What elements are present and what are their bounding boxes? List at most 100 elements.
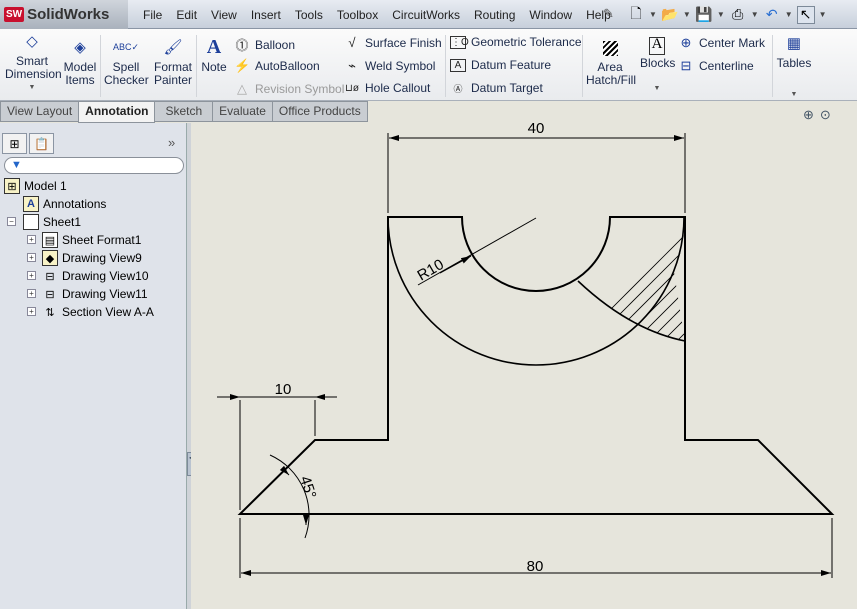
menu-routing[interactable]: Routing (467, 8, 522, 22)
command-manager: ◇ Smart Dimension ▼ ◈ Model Items ABC✓ Spell… (0, 29, 857, 101)
expand-panel-icon[interactable]: » (168, 135, 175, 150)
table-icon: ▦ (786, 35, 802, 52)
select-icon[interactable]: ↖ (796, 5, 815, 24)
tree-filter-input[interactable]: ▼ (4, 157, 184, 174)
tree-item-model[interactable]: ⊞ Model 1 (4, 177, 67, 195)
datum-feature-icon: A (450, 58, 466, 72)
print-icon[interactable]: ⎙ (729, 6, 747, 24)
chevron-down-icon[interactable]: ▼ (5, 81, 59, 94)
filter-icon: ▼ (11, 159, 22, 171)
note-icon: A (206, 36, 222, 58)
drawing-canvas[interactable] (191, 123, 857, 609)
feature-manager-panel: ⊞ 📋 » ▼ ⊞ Model 1 A Annotations − Sheet1 +… (0, 123, 187, 609)
surface-finish-icon: √ (348, 35, 356, 50)
datum-target-button[interactable]: Ⓐ Datum Target (450, 81, 542, 95)
tree-item-sheet-format[interactable]: ▤ Sheet Format1 (42, 231, 141, 249)
format-painter-button[interactable]: 🖌 Format Painter (152, 39, 194, 87)
drawing-view-icon: ◆ (42, 250, 58, 266)
tab-annotation[interactable]: Annotation (78, 101, 156, 123)
new-document-icon[interactable]: 🗋 (627, 5, 645, 24)
revision-symbol-icon: △ (237, 81, 247, 96)
drawing-view-icon: ⊟ (45, 270, 55, 283)
tab-view-layout[interactable]: View Layout (0, 101, 80, 122)
expand-icon[interactable]: + (27, 271, 36, 280)
spell-checker-button[interactable]: ABC✓ Spell Checker (104, 41, 149, 87)
chevron-down-icon[interactable]: ▼ (785, 10, 793, 19)
center-mark-icon: ⊕ (680, 35, 692, 50)
chevron-down-icon[interactable]: ▼ (640, 82, 674, 95)
weld-symbol-button[interactable]: ⌁ Weld Symbol (344, 58, 435, 74)
menu-circuitworks[interactable]: CircuitWorks (385, 8, 467, 22)
chevron-down-icon[interactable]: ▼ (751, 10, 759, 19)
menu-view[interactable]: View (204, 8, 244, 22)
tree-item-sheet[interactable]: Sheet1 (23, 213, 81, 231)
tree-item-drawing-view9[interactable]: ◆ Drawing View9 (42, 249, 142, 267)
geometric-tolerance-button[interactable]: ⋮O Geometric Tolerance (450, 35, 582, 49)
spell-check-icon: ABC✓ (112, 42, 140, 52)
blocks-button[interactable]: A Blocks ▼ (640, 37, 675, 95)
balloon-button[interactable]: ⓵ Balloon (234, 35, 295, 54)
menu-bar: File Edit View Insert Tools Toolbox Circ… (136, 0, 618, 29)
property-manager-tab-icon[interactable]: 📋 (29, 133, 54, 154)
chevron-down-icon[interactable]: ▼ (717, 10, 725, 19)
divider (100, 35, 101, 97)
hole-callout-icon: ⊔ø (345, 82, 359, 94)
expand-icon[interactable]: + (27, 235, 36, 244)
balloon-icon: ⓵ (235, 38, 249, 53)
tab-evaluate[interactable]: Evaluate (212, 101, 273, 122)
open-icon[interactable]: 📂 (661, 6, 679, 24)
tables-button[interactable]: ▦ Tables ▼ (776, 35, 812, 101)
chevron-down-icon[interactable]: ▼ (649, 10, 657, 19)
drawing-view-icon: ⊟ (45, 288, 55, 301)
surface-finish-button[interactable]: √ Surface Finish (344, 35, 441, 50)
title-bar: SW SolidWorks File Edit View Insert Tools… (0, 0, 857, 29)
chevron-down-icon[interactable]: ▼ (776, 88, 812, 101)
drawing-icon: ⊞ (4, 178, 20, 194)
zoom-area-icon[interactable]: ⊙ (820, 107, 831, 123)
tree-item-annotations[interactable]: A Annotations (23, 195, 106, 213)
divider (772, 35, 773, 97)
menu-window[interactable]: Window (522, 8, 579, 22)
tab-sketch[interactable]: Sketch (154, 101, 214, 122)
datum-target-icon: Ⓐ (453, 83, 463, 94)
chevron-down-icon[interactable]: ▼ (683, 10, 691, 19)
menu-toolbox[interactable]: Toolbox (330, 8, 385, 22)
tree-item-section-view[interactable]: ⇅ Section View A-A (42, 303, 153, 321)
paintbrush-icon: 🖌 (163, 39, 183, 56)
smart-dimension-button[interactable]: ◇ Smart Dimension ▼ (5, 33, 62, 94)
hatch-icon (586, 41, 634, 59)
divider (445, 35, 446, 97)
center-mark-button[interactable]: ⊕ Center Mark (678, 35, 765, 51)
pin-icon[interactable]: ✎ (603, 6, 614, 22)
tree-item-drawing-view11[interactable]: ⊟ Drawing View11 (42, 285, 147, 303)
chevron-down-icon[interactable]: ▼ (819, 10, 827, 19)
app-logo[interactable]: SW SolidWorks (0, 0, 128, 29)
centerline-button[interactable]: ⊟ Centerline (678, 58, 754, 74)
tree-item-drawing-view10[interactable]: ⊟ Drawing View10 (42, 267, 148, 285)
menu-insert[interactable]: Insert (244, 8, 288, 22)
autoballoon-button[interactable]: ⚡ AutoBalloon (234, 58, 320, 74)
smart-dimension-icon: ◇ (26, 33, 38, 50)
autoballoon-icon: ⚡ (234, 58, 251, 73)
blocks-icon: A (649, 37, 665, 55)
expand-icon[interactable]: + (27, 307, 36, 316)
menu-edit[interactable]: Edit (169, 8, 204, 22)
command-tabs: View Layout Annotation Sketch Evaluate O… (0, 101, 368, 123)
menu-file[interactable]: File (136, 8, 169, 22)
menu-tools[interactable]: Tools (288, 8, 330, 22)
feature-tree-tab-icon[interactable]: ⊞ (2, 133, 27, 154)
area-hatch-button[interactable]: Area Hatch/Fill (586, 41, 636, 87)
note-button[interactable]: A Note (200, 36, 228, 74)
expand-icon[interactable]: + (27, 253, 36, 262)
datum-feature-button[interactable]: A Datum Feature (450, 58, 551, 72)
quick-access-toolbar: 🗋 ▼ 📂 ▼ 💾 ▼ ⎙ ▼ ↶ ▼ ↖ ▼ (627, 2, 827, 27)
undo-icon[interactable]: ↶ (763, 6, 781, 24)
zoom-to-fit-icon[interactable]: ⊕ (803, 107, 814, 123)
collapse-icon[interactable]: − (7, 217, 16, 226)
revision-symbol-button[interactable]: △ Revision Symbol (234, 81, 344, 97)
expand-icon[interactable]: + (27, 289, 36, 298)
model-items-button[interactable]: ◈ Model Items (62, 40, 98, 87)
hole-callout-button[interactable]: ⊔ø Hole Callout (344, 81, 430, 95)
save-icon[interactable]: 💾 (695, 6, 713, 24)
tab-office-products[interactable]: Office Products (271, 101, 368, 122)
